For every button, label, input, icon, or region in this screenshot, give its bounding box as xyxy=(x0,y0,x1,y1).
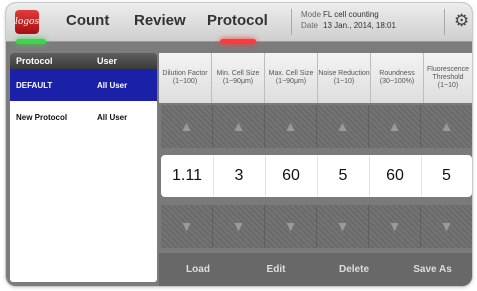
value-roundness[interactable]: 60 xyxy=(369,155,422,197)
param-label: Min. Cell Size xyxy=(216,70,260,77)
increase-max-size-button[interactable]: ▲ xyxy=(265,105,317,148)
up-arrow-icon: ▲ xyxy=(335,118,350,134)
param-range: (1~10) xyxy=(437,82,459,89)
protocol-user: All User xyxy=(97,81,128,90)
param-label: Fluorescence Threshold xyxy=(426,66,470,81)
increase-noise-button[interactable]: ▲ xyxy=(317,105,369,148)
value-max-size[interactable]: 60 xyxy=(265,155,318,197)
tab-protocol[interactable]: Protocol xyxy=(207,3,268,41)
tab-count[interactable]: Count xyxy=(66,3,109,41)
down-arrow-icon: ▼ xyxy=(179,218,194,234)
load-button[interactable]: Load xyxy=(159,253,237,286)
up-arrow-icon: ▲ xyxy=(387,118,402,134)
protocol-row-default[interactable]: DEFAULT All User xyxy=(10,69,157,101)
down-arrow-icon: ▼ xyxy=(387,218,402,234)
down-arrow-icon: ▼ xyxy=(335,218,350,234)
delete-button[interactable]: Delete xyxy=(315,253,393,286)
down-arrow-icon: ▼ xyxy=(439,218,454,234)
mode-label: Mode xyxy=(301,10,322,19)
protocol-list-header: Protocol User xyxy=(10,53,157,69)
param-range: (1~10) xyxy=(333,78,355,85)
value-noise[interactable]: 5 xyxy=(317,155,370,197)
status-info: Mode FL cell counting Date 13 Jan., 2014, … xyxy=(301,9,396,31)
param-range: (1~90μm) xyxy=(222,78,254,85)
increase-dilution-button[interactable]: ▲ xyxy=(161,105,213,148)
decrease-max-size-button[interactable]: ▼ xyxy=(265,205,317,248)
edit-button[interactable]: Edit xyxy=(237,253,315,286)
action-bar: Load Edit Delete Save As xyxy=(159,253,472,286)
param-label: Max. Cell Size xyxy=(268,70,314,77)
param-header-dilution: Dilution Factor (1~100) xyxy=(159,53,212,103)
mode-value: FL cell counting xyxy=(323,10,379,19)
param-label: Noise Reduction xyxy=(318,70,370,77)
divider xyxy=(291,9,292,35)
param-range: (1~90μm) xyxy=(275,78,307,85)
decrease-roundness-button[interactable]: ▼ xyxy=(369,205,421,248)
param-header-fluorescence: Fluorescence Threshold (1~10) xyxy=(424,53,472,103)
param-label: Dilution Factor xyxy=(162,70,208,77)
device-screen: logos Count Review Protocol Mode FL cell … xyxy=(6,3,472,286)
column-header-user: User xyxy=(97,56,118,66)
up-arrow-icon: ▲ xyxy=(283,118,298,134)
decrease-min-size-button[interactable]: ▼ xyxy=(213,205,265,248)
protocol-user: All User xyxy=(97,113,128,122)
value-row: 1.11 3 60 5 60 5 xyxy=(161,155,472,197)
value-dilution[interactable]: 1.11 xyxy=(161,155,214,197)
decrease-fluorescence-button[interactable]: ▼ xyxy=(421,205,472,248)
status-indicator xyxy=(16,39,46,44)
increase-fluorescence-button[interactable]: ▲ xyxy=(421,105,472,148)
param-header-max-size: Max. Cell Size (1~90μm) xyxy=(265,53,318,103)
column-header-protocol: Protocol xyxy=(16,56,53,66)
param-header-noise: Noise Reduction (1~10) xyxy=(318,53,371,103)
protocol-name: New Protocol xyxy=(16,113,68,122)
down-arrow-icon: ▼ xyxy=(231,218,246,234)
parameter-panel: Dilution Factor (1~100) Min. Cell Size (… xyxy=(159,53,472,286)
date-label: Date xyxy=(301,21,318,30)
top-bar: logos Count Review Protocol Mode FL cell … xyxy=(6,3,472,44)
param-range: (30~100%) xyxy=(379,78,415,85)
tab-review[interactable]: Review xyxy=(134,3,186,41)
up-arrow-icon: ▲ xyxy=(231,118,246,134)
param-header-roundness: Roundness (30~100%) xyxy=(371,53,424,103)
value-fluorescence[interactable]: 5 xyxy=(421,155,472,197)
protocol-row-new[interactable]: New Protocol All User xyxy=(10,101,157,133)
divider xyxy=(444,9,445,35)
app-logo: logos xyxy=(15,10,39,34)
up-arrow-icon: ▲ xyxy=(439,118,454,134)
increase-roundness-button[interactable]: ▲ xyxy=(369,105,421,148)
value-min-size[interactable]: 3 xyxy=(213,155,266,197)
param-range: (1~100) xyxy=(172,78,198,85)
down-arrow-icon: ▼ xyxy=(283,218,298,234)
decrease-dilution-button[interactable]: ▼ xyxy=(161,205,213,248)
active-tab-indicator xyxy=(220,39,256,44)
date-value: 13 Jan., 2014, 18:01 xyxy=(323,21,396,30)
save-as-button[interactable]: Save As xyxy=(393,253,472,286)
param-header-min-size: Min. Cell Size (1~90μm) xyxy=(212,53,265,103)
decrease-noise-button[interactable]: ▼ xyxy=(317,205,369,248)
increase-min-size-button[interactable]: ▲ xyxy=(213,105,265,148)
up-arrow-icon: ▲ xyxy=(179,118,194,134)
param-label: Roundness xyxy=(379,70,415,77)
gear-icon[interactable]: ⚙ xyxy=(454,11,469,31)
protocol-name: DEFAULT xyxy=(16,81,53,90)
protocol-list: Protocol User DEFAULT All User New Proto… xyxy=(10,53,157,282)
